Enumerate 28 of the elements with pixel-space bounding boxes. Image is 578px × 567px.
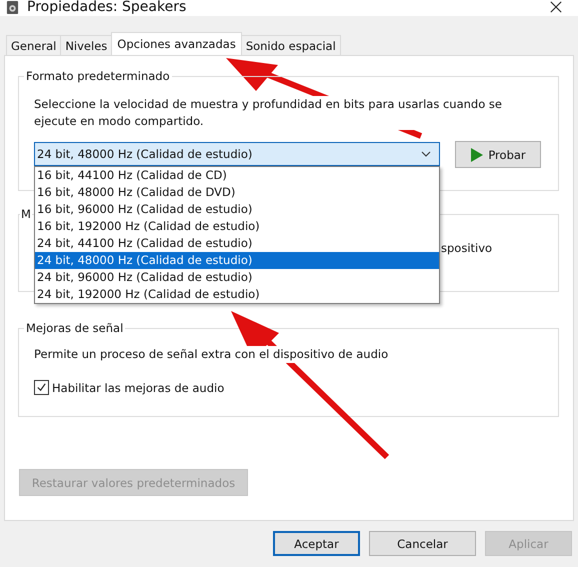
play-icon [470, 146, 484, 162]
format-dropdown[interactable]: 24 bit, 48000 Hz (Calidad de estudio) [34, 142, 440, 166]
chevron-icon [421, 150, 431, 156]
dropdown-option[interactable]: 16 bit, 96000 Hz (Calidad de estudio) [35, 200, 439, 218]
dropdown-option[interactable]: 16 bit, 44100 Hz (Calidad de CD) [35, 166, 439, 184]
group-title: M [20, 207, 32, 221]
checkbox-label: Habilitar las mejoras de audio [52, 380, 224, 394]
dropdown-option[interactable]: 24 bit, 96000 Hz (Calidad de estudio) [35, 268, 439, 286]
close-icon[interactable] [550, 1, 562, 13]
dialog-button[interactable]: Cancelar [369, 531, 476, 556]
window-title: Propiedades: Speakers [27, 0, 188, 15]
checkbox[interactable] [34, 380, 49, 395]
tab[interactable]: General [6, 35, 62, 55]
speaker-icon [6, 0, 19, 14]
dropdown-option[interactable]: 24 bit, 44100 Hz (Calidad de estudio) [35, 234, 439, 252]
dropdown-option[interactable]: 16 bit, 192000 Hz (Calidad de estudio) [35, 218, 439, 234]
dropdown-option[interactable]: 24 bit, 48000 Hz (Calidad de estudio) [35, 252, 439, 268]
option-text: spositivo [441, 241, 492, 255]
dropdown-option[interactable]: 16 bit, 48000 Hz (Calidad de DVD) [35, 184, 439, 200]
description-text: Permite un proceso de señal extra con el dispositivo de audio [34, 346, 388, 363]
dropdown-option[interactable]: 24 bit, 192000 Hz (Calidad de estudio) [35, 286, 439, 302]
dialog-button[interactable]: Aceptar [273, 531, 360, 556]
test-button[interactable]: Probar [455, 141, 541, 168]
group-title: Mejoras de señal [24, 321, 126, 335]
tab[interactable]: Opciones avanzadas [111, 32, 242, 55]
group-title: Formato predeterminado [24, 69, 172, 83]
tab[interactable]: Sonido espacial [240, 35, 341, 55]
checkmark-icon [36, 382, 47, 393]
